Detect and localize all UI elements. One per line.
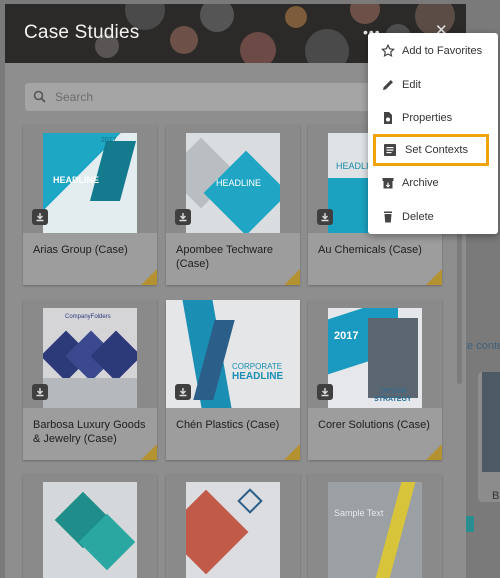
trash-icon	[384, 211, 392, 223]
background-accent	[466, 516, 474, 532]
background-link: te conte	[464, 340, 500, 352]
star-outline-icon	[381, 44, 395, 58]
menu-item-label: Edit	[402, 79, 421, 91]
case-card[interactable]: CORPORATE HEADLINE Chén Plastics (Case)	[166, 300, 300, 460]
card-title: Corer Solutions (Case)	[318, 419, 430, 431]
case-card[interactable]: 2017 HEADLINE Arias Group (Case)	[23, 125, 157, 285]
background-card	[478, 372, 500, 502]
case-card[interactable]: Sample Text	[308, 474, 442, 578]
background-card-letter: B	[492, 490, 500, 502]
corner-tag	[284, 269, 300, 285]
corner-tag	[141, 444, 157, 460]
corner-tag	[141, 269, 157, 285]
menu-item-label: Properties	[402, 112, 453, 124]
download-icon[interactable]	[32, 384, 48, 400]
card-thumbnail: Sample Text	[308, 474, 442, 578]
menu-item-label: Delete	[402, 211, 434, 223]
card-thumbnail: CompanyFolders	[23, 300, 157, 408]
search-icon	[33, 90, 46, 103]
menu-item-label: Add to Favorites	[402, 45, 483, 57]
cover-image: CompanyFolders	[43, 308, 137, 408]
menu-item-label: Set Contexts	[405, 144, 468, 156]
cover-image	[43, 482, 137, 578]
download-icon[interactable]	[317, 384, 333, 400]
file-settings-icon	[384, 112, 392, 124]
card-thumbnail: 2017 HEADLINE	[23, 125, 157, 233]
card-thumbnail	[166, 474, 300, 578]
cover-image: Sample Text	[328, 482, 422, 578]
card-title: Arias Group (Case)	[33, 244, 128, 256]
menu-item-add-to-favorites[interactable]: Add to Favorites	[368, 36, 498, 66]
card-thumbnail: 2017 DESIGN STRATEGY	[308, 300, 442, 408]
context-menu: Add to Favorites Edit Properties Set Con…	[368, 33, 498, 234]
case-card[interactable]	[166, 474, 300, 578]
menu-item-archive[interactable]: Archive	[368, 168, 498, 198]
corner-tag	[426, 444, 442, 460]
archive-box-icon	[382, 178, 394, 189]
download-icon[interactable]	[317, 209, 333, 225]
menu-item-edit[interactable]: Edit	[368, 70, 498, 100]
menu-item-set-contexts[interactable]: Set Contexts	[373, 134, 489, 166]
panel-title: Case Studies	[24, 22, 140, 43]
corner-tag	[426, 269, 442, 285]
case-card[interactable]: 2017 DESIGN STRATEGY Corer Solutions (Ca…	[308, 300, 442, 460]
card-title: Apombee Techware (Case)	[176, 244, 274, 270]
list-icon	[384, 144, 396, 156]
cover-image: 2017 HEADLINE	[43, 133, 137, 233]
case-card[interactable]: CompanyFolders Barbosa Luxury Goods & Je…	[23, 300, 157, 460]
case-card[interactable]: HEADLINE Apombee Techware (Case)	[166, 125, 300, 285]
search-input[interactable]	[53, 87, 353, 107]
menu-item-properties[interactable]: Properties	[368, 103, 498, 133]
cover-image: HEADLINE	[186, 133, 280, 233]
cover-image	[186, 482, 280, 578]
menu-item-label: Archive	[402, 177, 439, 189]
card-thumbnail: CORPORATE HEADLINE	[166, 300, 300, 408]
cover-image: 2017 DESIGN STRATEGY	[328, 308, 422, 408]
download-icon[interactable]	[175, 209, 191, 225]
card-thumbnail: HEADLINE	[166, 125, 300, 233]
download-icon[interactable]	[175, 384, 191, 400]
menu-item-delete[interactable]: Delete	[368, 202, 498, 232]
card-title: Barbosa Luxury Goods & Jewelry (Case)	[33, 419, 146, 445]
card-title: Chén Plastics (Case)	[176, 419, 280, 431]
search-bar	[25, 83, 375, 111]
pencil-icon	[383, 80, 393, 90]
card-title: Au Chemicals (Case)	[318, 244, 422, 256]
corner-tag	[284, 444, 300, 460]
download-icon[interactable]	[32, 209, 48, 225]
card-thumbnail	[23, 474, 157, 578]
case-card[interactable]	[23, 474, 157, 578]
